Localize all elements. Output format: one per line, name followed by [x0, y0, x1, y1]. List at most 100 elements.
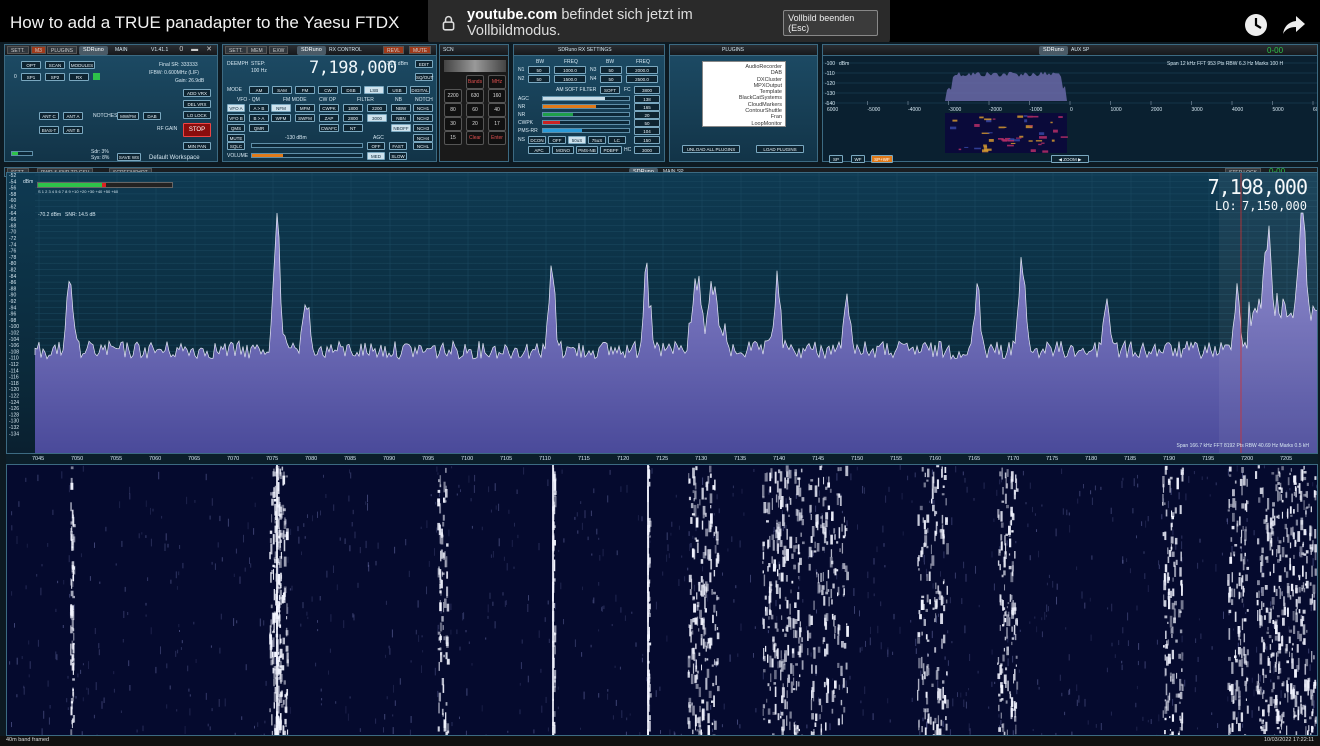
mode-digital-button[interactable]: DIGITAL: [410, 86, 430, 94]
aux-wf-button[interactable]: WF: [851, 155, 865, 163]
ant-a-button[interactable]: ANT A: [63, 112, 83, 120]
main-spectrum[interactable]: -52-54-56-58-60-62-64-66-68-70-72-74-76-…: [7, 173, 1317, 453]
ant-b-button[interactable]: ANT B: [63, 126, 83, 134]
n2-freq[interactable]: 1500.0: [554, 75, 586, 83]
clock-icon[interactable]: [1243, 12, 1269, 38]
share-icon[interactable]: [1281, 12, 1307, 38]
rx-1800-button[interactable]: 1800: [343, 104, 363, 112]
key-20[interactable]: 20: [466, 117, 484, 131]
rx-2800-button[interactable]: 2800: [343, 114, 363, 122]
setting-slider-4[interactable]: [542, 128, 630, 133]
opt-button[interactable]: OPT: [21, 61, 41, 69]
modules-button[interactable]: MODULES: [69, 61, 95, 69]
rx-nbn-button[interactable]: NBN: [391, 114, 411, 122]
n4-freq[interactable]: 2500.0: [626, 75, 658, 83]
plugin-item[interactable]: LoopMonitor: [706, 121, 782, 126]
ns-75us-button[interactable]: 75uS: [588, 136, 606, 144]
key-40[interactable]: 40: [488, 103, 506, 117]
apc-pdbpf-button[interactable]: PDBPF: [600, 146, 622, 154]
setting-value-4[interactable]: 104: [634, 127, 660, 135]
lc-value[interactable]: 150: [634, 136, 660, 144]
mode-sam-button[interactable]: SAM: [272, 86, 292, 94]
plugin-list[interactable]: AudioRecorder DAB DXCluster MPXOutput Templa…: [702, 61, 786, 127]
rx-swfm-button[interactable]: SWFM: [295, 114, 315, 122]
volume-slider[interactable]: [251, 153, 363, 158]
hc-value[interactable]: 3000: [634, 146, 660, 154]
unload-all-plugins-button[interactable]: UNLOAD ALL PLUGINS: [682, 145, 740, 153]
load-plugins-button[interactable]: LOAD PLUGINS: [756, 145, 804, 153]
sqlc-button[interactable]: SQLC: [227, 142, 245, 150]
ant-c-button[interactable]: ANT C: [39, 112, 59, 120]
del-vrx-button[interactable]: DEL VRX: [183, 100, 211, 108]
setting-slider-1[interactable]: [542, 104, 630, 109]
rx-qmr-button[interactable]: QMR: [249, 124, 269, 132]
edit-button[interactable]: EDIT: [415, 60, 433, 68]
rx-exw-button[interactable]: EXW: [269, 46, 289, 54]
mode-cw-button[interactable]: CW: [318, 86, 338, 94]
setting-value-1[interactable]: 165: [634, 103, 660, 111]
key-clear[interactable]: Clear: [466, 131, 484, 145]
rx-filter-overlay[interactable]: [1219, 173, 1317, 453]
aux-sp-button[interactable]: SP: [829, 155, 843, 163]
key-2200[interactable]: 2200: [444, 89, 462, 103]
apc-mono-button[interactable]: MONO: [552, 146, 574, 154]
rx-nboff-button[interactable]: NBOFF: [391, 124, 411, 132]
key-60[interactable]: 60: [466, 103, 484, 117]
rx-mem-button[interactable]: MEM: [247, 46, 267, 54]
rx-sett-button[interactable]: SETT.: [225, 46, 247, 54]
nchl-button[interactable]: NCHL: [413, 142, 433, 150]
aux-spwf-button[interactable]: SP+WF: [871, 155, 893, 163]
aux-spectrum[interactable]: -100-110-120-130-1406000 -5000 -4000 -3000-…: [823, 57, 1317, 161]
rx-nt-button[interactable]: NT: [343, 124, 363, 132]
rx-nch1-button[interactable]: NCH1: [413, 104, 433, 112]
main-spectrum-panel[interactable]: -52 -54 -56 -58 -60 -62 -64 -66 -68 -70 -72 -74 -76-…: [6, 172, 1318, 454]
bias-t-button[interactable]: BIAS-T: [39, 126, 59, 134]
agc-slow-button[interactable]: SLOW: [389, 152, 407, 160]
n3-freq[interactable]: 2000.0: [626, 66, 658, 74]
agc-fast-button[interactable]: FAST: [389, 142, 407, 150]
soft-button[interactable]: SOFT: [600, 86, 620, 94]
mode-lsb-button[interactable]: LSB: [364, 86, 384, 94]
mode-fm-button[interactable]: FM: [295, 86, 315, 94]
rx-cwpk-button[interactable]: CWPK: [319, 104, 339, 112]
fc-value[interactable]: 3800: [634, 86, 660, 94]
mode-usb-button[interactable]: USB: [387, 86, 407, 94]
sqout-button[interactable]: SQ/OUT: [415, 73, 433, 81]
rx-vfo-b-button[interactable]: VFO B: [227, 114, 245, 122]
key-bands[interactable]: Bands: [466, 75, 484, 89]
n2-bw[interactable]: 50: [528, 75, 550, 83]
sp2-button[interactable]: SP2: [45, 73, 65, 81]
rx-b-a-button[interactable]: B > A: [249, 114, 269, 122]
apc-apc-button[interactable]: APC: [528, 146, 550, 154]
rx-qms-button[interactable]: QMS: [227, 124, 245, 132]
setting-slider-2[interactable]: [542, 112, 630, 117]
squelch-slider[interactable]: [251, 143, 363, 148]
rx-nfm-button[interactable]: NFM: [271, 104, 291, 112]
rx-nch2-button[interactable]: NCH2: [413, 114, 433, 122]
main-vfo-frequency[interactable]: 7,198,000: [1208, 175, 1308, 199]
save-ws-button[interactable]: SAVE WS: [117, 153, 141, 161]
main-waterfall[interactable]: [6, 464, 1318, 746]
ns-lc-button[interactable]: LC: [608, 136, 626, 144]
rx-2200-button[interactable]: 2200: [367, 104, 387, 112]
rx-mute-button[interactable]: MUTE: [227, 134, 245, 142]
n3-bw[interactable]: 50: [600, 66, 622, 74]
key-630[interactable]: 630: [466, 89, 484, 103]
plugins-button[interactable]: PLUGINS: [47, 46, 77, 54]
key-15[interactable]: 15: [444, 131, 462, 145]
key-30[interactable]: 30: [444, 117, 462, 131]
setting-value-3[interactable]: 50: [634, 119, 660, 127]
setting-slider-0[interactable]: [542, 96, 630, 101]
n1-bw[interactable]: 50: [528, 66, 550, 74]
min-pan-button[interactable]: MIN PAN: [183, 142, 211, 150]
vfo-frequency[interactable]: 7,198,000: [309, 58, 397, 78]
rx-wfm-button[interactable]: WFM: [271, 114, 291, 122]
ns-off-button[interactable]: OFF: [548, 136, 566, 144]
key-80[interactable]: 80: [444, 103, 462, 117]
n4-bw[interactable]: 50: [600, 75, 622, 83]
rx-cwafc-button[interactable]: CWAFC: [319, 124, 339, 132]
apc-pms-nb-button[interactable]: PMS-NB: [576, 146, 598, 154]
key-enter[interactable]: Enter: [488, 131, 506, 145]
rx-vfo-a-button[interactable]: VFO A: [227, 104, 245, 112]
key-17[interactable]: 17: [488, 117, 506, 131]
